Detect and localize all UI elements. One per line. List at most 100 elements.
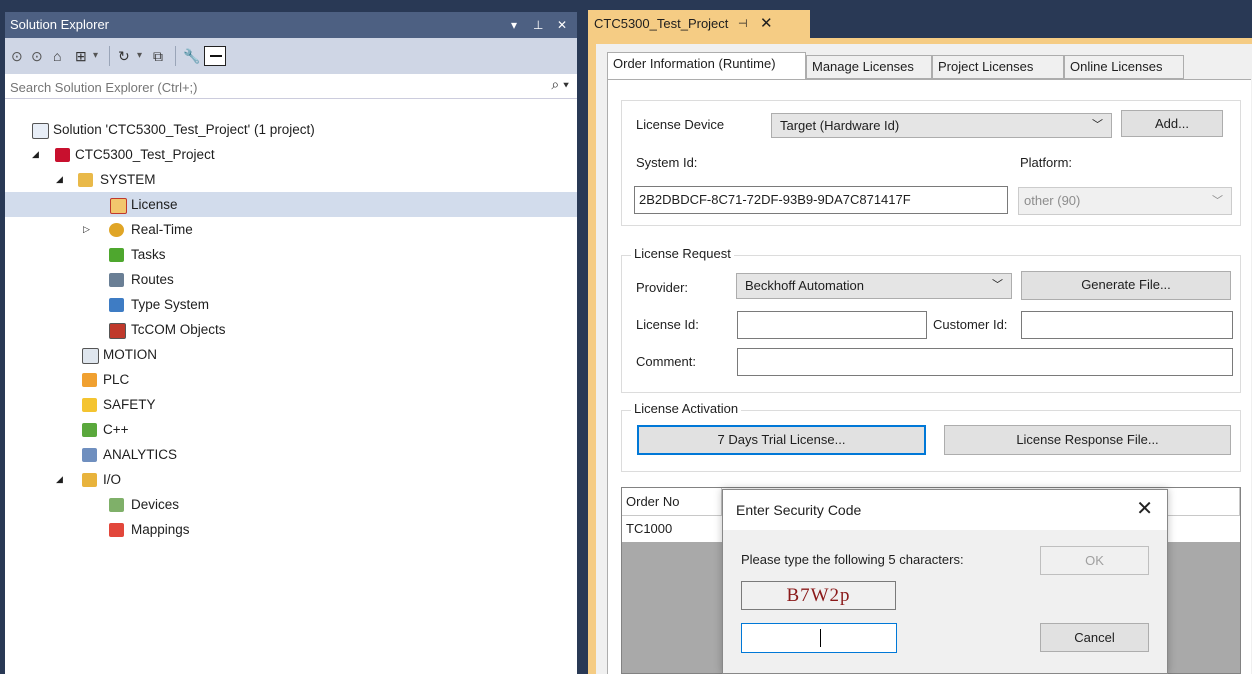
collapse-icon[interactable]: ◢ bbox=[56, 167, 63, 192]
pin-icon[interactable]: ⊥ bbox=[533, 12, 543, 38]
search-input[interactable] bbox=[8, 77, 532, 97]
tree-item-label: PLC bbox=[103, 372, 130, 387]
safety-icon bbox=[82, 398, 97, 412]
window-position-dropdown-icon[interactable]: ▾ bbox=[511, 12, 517, 38]
tree-item-realtime[interactable]: ▷ Real-Time bbox=[5, 217, 577, 242]
tree-item-system[interactable]: ◢ SYSTEM bbox=[5, 167, 577, 192]
tree-item-license[interactable]: License bbox=[5, 192, 577, 217]
tree-item-io[interactable]: ◢ I/O bbox=[5, 467, 577, 492]
tree-item-label: License bbox=[131, 197, 178, 212]
solution-explorer-title-bar: Solution Explorer ▾ ⊥ ✕ bbox=[5, 12, 577, 38]
customer-id-label: Customer Id: bbox=[933, 317, 1008, 332]
solution-explorer-search: ⌕ ▾ bbox=[5, 74, 577, 99]
tree-item-label: Tasks bbox=[131, 247, 166, 262]
system-id-label: System Id: bbox=[636, 155, 698, 170]
solution-explorer-title: Solution Explorer bbox=[10, 17, 109, 32]
tccom-icon bbox=[109, 323, 126, 339]
tree-item-solution[interactable]: Solution 'CTC5300_Test_Project' (1 proje… bbox=[5, 117, 577, 142]
document-tab-title: CTC5300_Test_Project bbox=[594, 16, 729, 31]
dialog-title: Enter Security Code bbox=[736, 502, 862, 518]
tree-item-project[interactable]: ◢ CTC5300_Test_Project bbox=[5, 142, 577, 167]
platform-label: Platform: bbox=[1020, 155, 1073, 170]
grid-header-order-no[interactable]: Order No bbox=[622, 488, 722, 516]
tree-item-tasks[interactable]: Tasks bbox=[5, 242, 577, 267]
security-code-dialog: Enter Security Code ✕ Please type the fo… bbox=[722, 489, 1168, 674]
license-id-input[interactable] bbox=[737, 311, 927, 339]
license-response-file-button[interactable]: License Response File... bbox=[944, 425, 1231, 455]
close-tab-icon[interactable]: ✕ bbox=[760, 10, 773, 38]
close-icon[interactable]: ✕ bbox=[1136, 490, 1153, 528]
tree-item-plc[interactable]: PLC bbox=[5, 367, 577, 392]
preview-selected-icon[interactable] bbox=[204, 46, 226, 66]
tree-item-label: ANALYTICS bbox=[103, 447, 178, 462]
tab-manage-licenses[interactable]: Manage Licenses bbox=[806, 55, 932, 79]
dialog-prompt: Please type the following 5 characters: bbox=[741, 552, 964, 567]
license-id-label: License Id: bbox=[636, 317, 699, 332]
tree-item-label: Solution 'CTC5300_Test_Project' (1 proje… bbox=[53, 122, 315, 137]
solution-icon bbox=[32, 123, 49, 139]
tree-item-cpp[interactable]: C++ bbox=[5, 417, 577, 442]
tree-item-safety[interactable]: SAFETY bbox=[5, 392, 577, 417]
home-icon[interactable]: ⌂ bbox=[53, 46, 61, 66]
switch-views-dropdown-icon[interactable]: ▾ bbox=[93, 46, 98, 66]
tree-item-tccom[interactable]: TcCOM Objects bbox=[5, 317, 577, 342]
trial-license-button[interactable]: 7 Days Trial License... bbox=[637, 425, 926, 455]
tree-item-mappings[interactable]: Mappings bbox=[5, 517, 577, 542]
collapse-icon[interactable]: ◢ bbox=[32, 142, 39, 167]
license-activation-title: License Activation bbox=[631, 401, 742, 416]
tree-item-label: I/O bbox=[103, 472, 122, 487]
analytics-icon bbox=[82, 448, 97, 462]
platform-selected: other (90) bbox=[1024, 193, 1081, 208]
tree-item-routes[interactable]: Routes bbox=[5, 267, 577, 292]
tree-item-label: Mappings bbox=[131, 522, 190, 537]
cpp-icon bbox=[82, 423, 97, 437]
customer-id-input[interactable] bbox=[1021, 311, 1233, 339]
provider-label: Provider: bbox=[636, 280, 689, 295]
tab-online-licenses[interactable]: Online Licenses bbox=[1064, 55, 1184, 79]
tree-item-type-system[interactable]: Type System bbox=[5, 292, 577, 317]
platform-select: other (90) ﹀ bbox=[1018, 187, 1232, 215]
license-request-title: License Request bbox=[631, 246, 734, 261]
system-icon bbox=[78, 173, 93, 187]
cancel-button[interactable]: Cancel bbox=[1040, 623, 1149, 652]
tree-item-label: Real-Time bbox=[131, 222, 193, 237]
tree-item-label: CTC5300_Test_Project bbox=[75, 147, 215, 162]
close-icon[interactable]: ✕ bbox=[557, 12, 567, 38]
search-icon[interactable]: ⌕ ▾ bbox=[551, 76, 569, 93]
forward-icon[interactable]: ⊙ bbox=[31, 46, 43, 66]
provider-select[interactable]: Beckhoff Automation ﹀ bbox=[736, 273, 1012, 299]
switch-views-icon[interactable]: ⊞ bbox=[75, 46, 87, 66]
security-code-input[interactable] bbox=[741, 623, 897, 653]
dialog-title-bar: Enter Security Code ✕ bbox=[723, 490, 1167, 530]
ok-button[interactable]: OK bbox=[1040, 546, 1149, 575]
tree-item-analytics[interactable]: ANALYTICS bbox=[5, 442, 577, 467]
tree-item-motion[interactable]: MOTION bbox=[5, 342, 577, 367]
filter-dropdown-icon[interactable]: ▾ bbox=[137, 46, 142, 66]
motion-icon bbox=[82, 348, 99, 364]
collapse-icon[interactable]: ◢ bbox=[56, 467, 63, 492]
generate-file-button[interactable]: Generate File... bbox=[1021, 271, 1231, 300]
properties-wrench-icon[interactable]: 🔧 bbox=[183, 46, 200, 66]
solution-explorer-toolbar: ⊙ ⊙ ⌂ ⊞ ▾ ↻ ▾ ⧉ 🔧 bbox=[5, 38, 577, 74]
system-id-field[interactable]: 2B2DBDCF-8C71-72DF-93B9-9DA7C871417F bbox=[634, 186, 1008, 214]
tree-item-label: SYSTEM bbox=[100, 172, 156, 187]
project-icon bbox=[55, 148, 70, 162]
comment-label: Comment: bbox=[636, 354, 696, 369]
tree-item-label: Type System bbox=[131, 297, 210, 312]
tasks-icon bbox=[109, 248, 124, 262]
document-tab[interactable]: CTC5300_Test_Project ⊣ ✕ bbox=[588, 10, 810, 38]
expand-icon[interactable]: ▷ bbox=[83, 217, 90, 242]
comment-input[interactable] bbox=[737, 348, 1233, 376]
license-device-select[interactable]: Target (Hardware Id) ﹀ bbox=[771, 113, 1112, 138]
add-device-button[interactable]: Add... bbox=[1121, 110, 1223, 137]
pending-changes-filter-icon[interactable]: ↻ bbox=[118, 46, 130, 66]
tree-item-devices[interactable]: Devices bbox=[5, 492, 577, 517]
chevron-down-icon: ﹀ bbox=[1092, 119, 1103, 131]
tree-item-label: SAFETY bbox=[103, 397, 156, 412]
tab-order-information[interactable]: Order Information (Runtime) bbox=[607, 52, 806, 80]
text-caret bbox=[820, 629, 821, 647]
back-icon[interactable]: ⊙ bbox=[11, 46, 23, 66]
pin-icon[interactable]: ⊣ bbox=[738, 10, 748, 38]
tab-project-licenses[interactable]: Project Licenses bbox=[932, 55, 1064, 79]
collapse-all-icon[interactable]: ⧉ bbox=[153, 46, 163, 66]
